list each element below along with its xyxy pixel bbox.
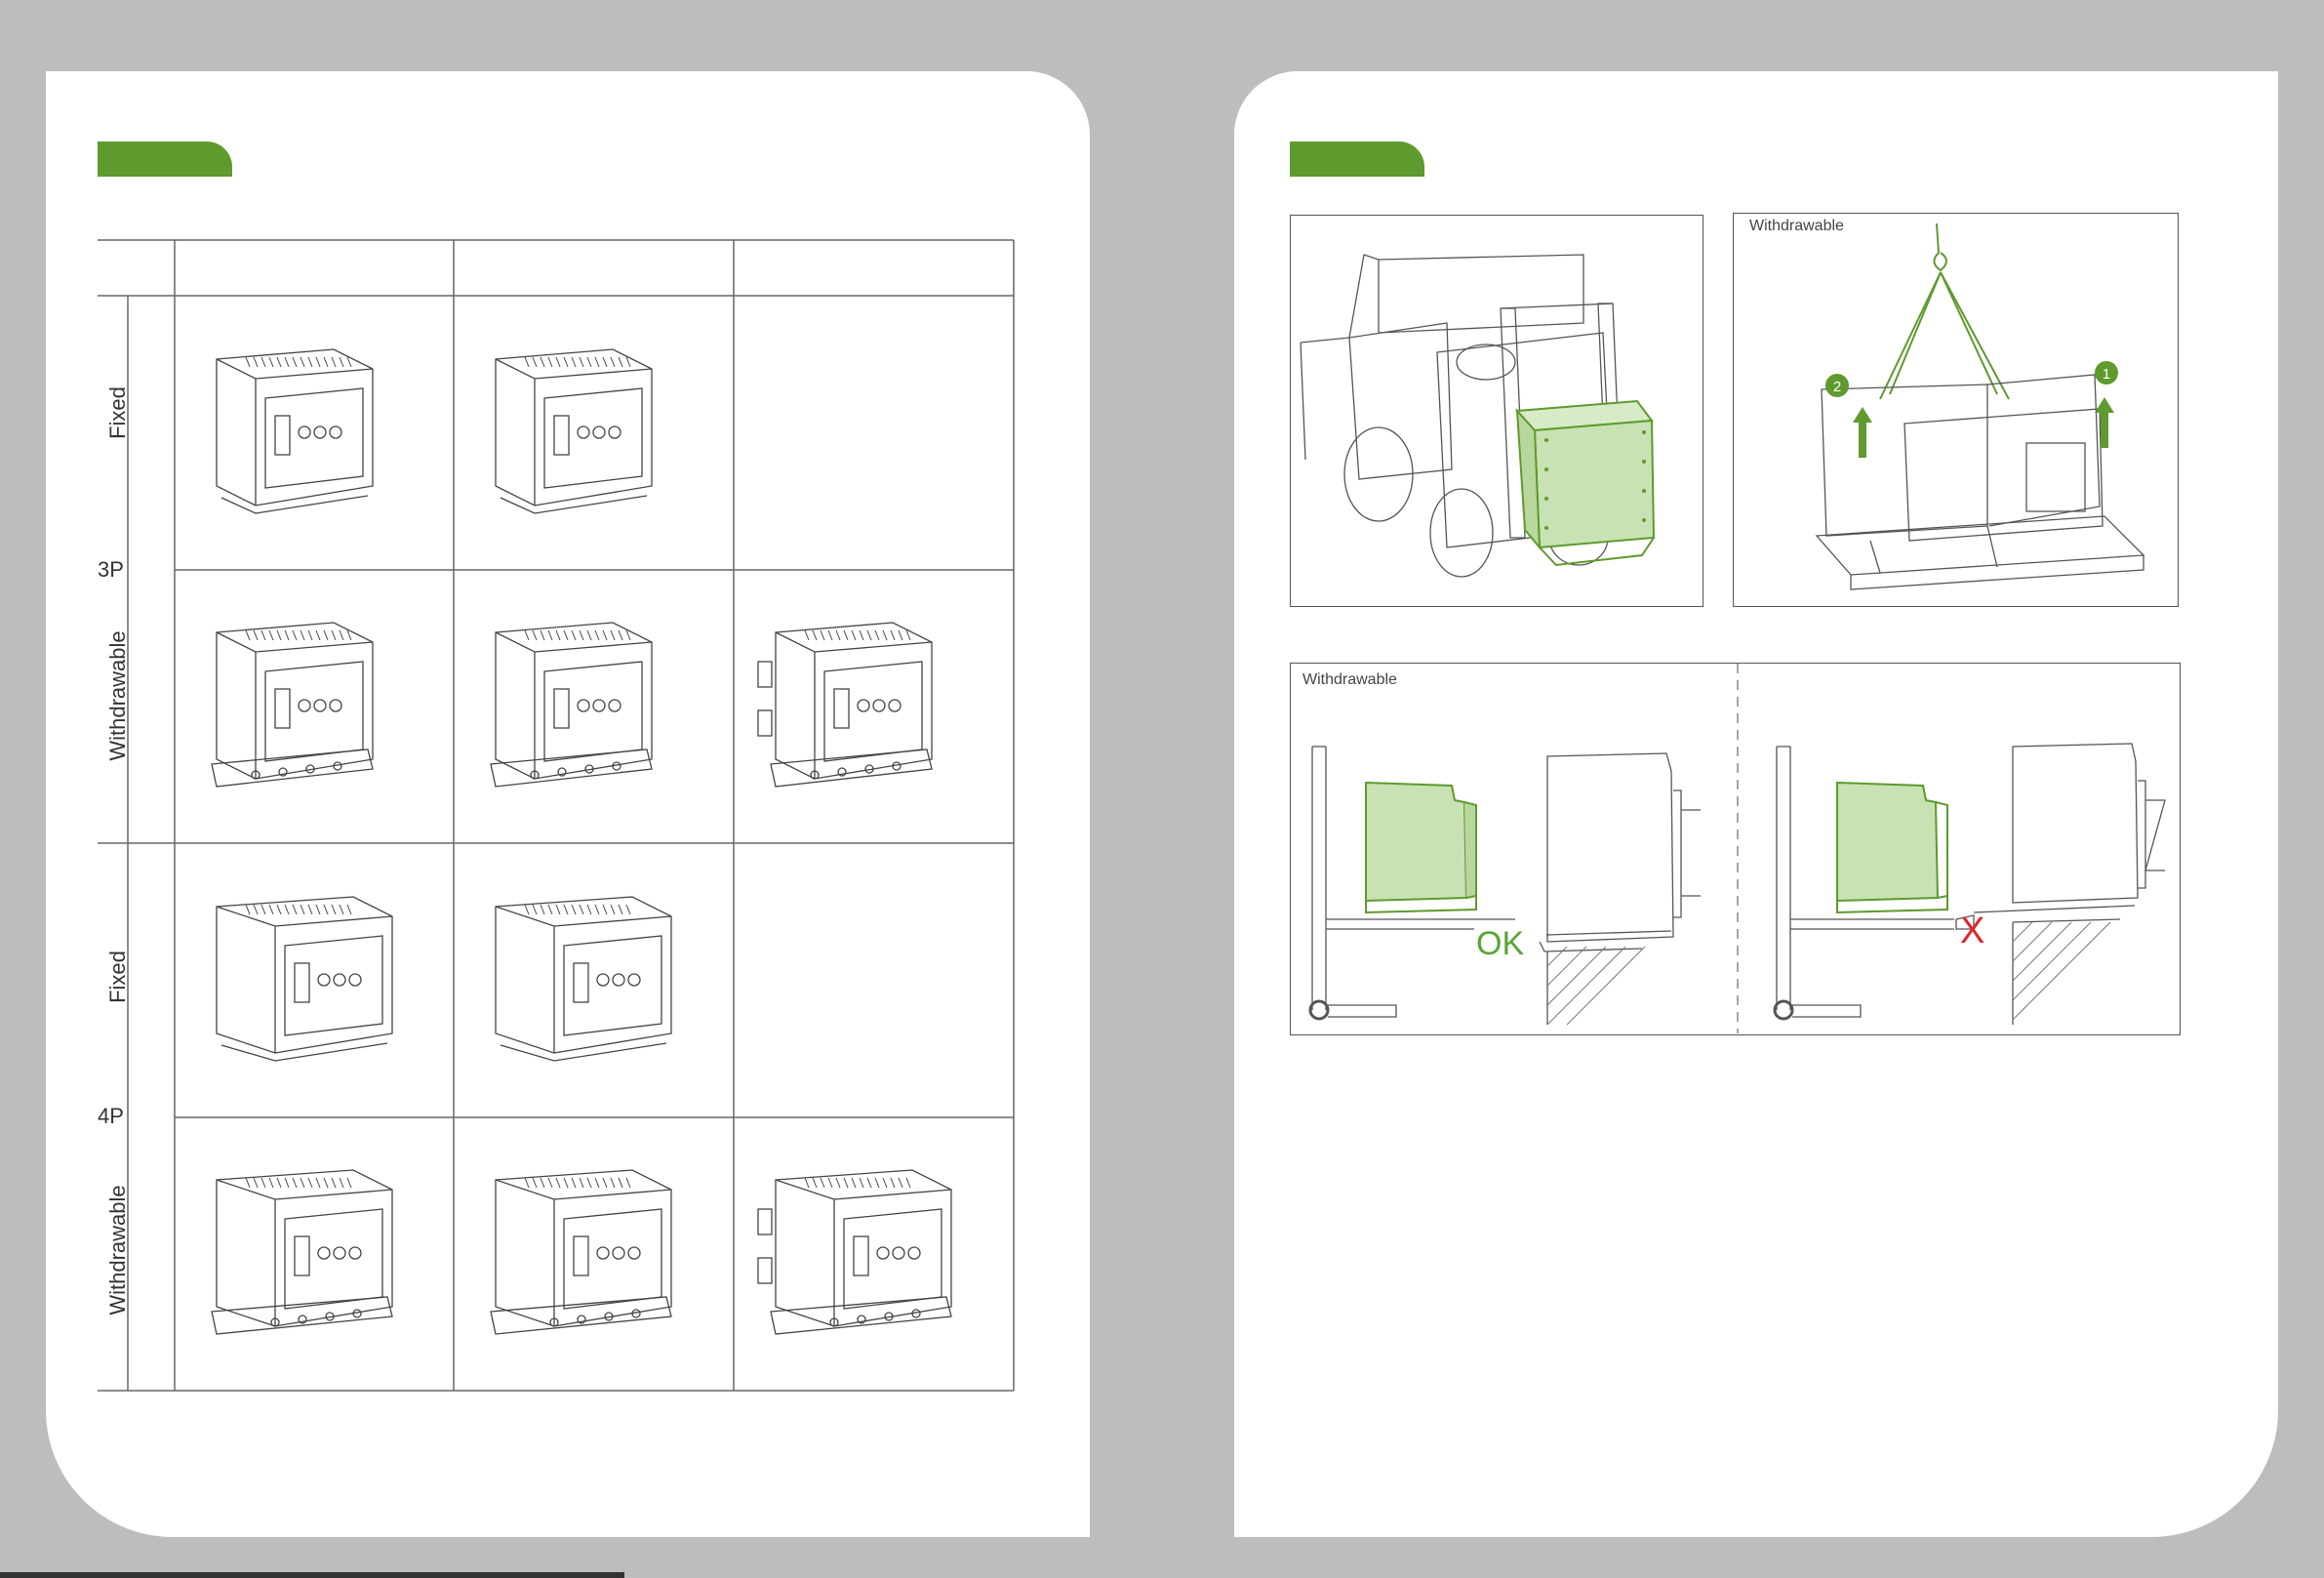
breaker-illustration <box>187 1151 421 1355</box>
breaker-illustration <box>187 603 421 808</box>
forklift-illustration <box>1300 254 1656 578</box>
breaker-illustration <box>187 877 421 1082</box>
breaker-illustration <box>466 877 701 1082</box>
lifting-illustration: 1 2 <box>1815 223 2145 590</box>
step-2-badge: 2 <box>1833 379 1841 395</box>
breaker-illustration <box>746 603 981 808</box>
breaker-illustration <box>466 603 701 808</box>
group-label-4p: 4P <box>98 1104 124 1128</box>
green-crate <box>1514 399 1656 567</box>
breaker-illustration <box>187 330 421 535</box>
lift-arrows <box>1853 397 2114 458</box>
green-breaker-right <box>1836 781 1948 914</box>
step-1-badge: 1 <box>2103 366 2110 383</box>
step-badges: 1 2 <box>1825 361 2118 397</box>
lifting-figure: Withdrawable 1 2 <box>1733 213 2179 607</box>
section-tab <box>1290 142 1424 177</box>
green-breaker-left <box>1365 781 1477 914</box>
left-page: 3P 4P Fixed Withdrawable Fixed Withdrawa… <box>46 71 1090 1537</box>
lifting-figure-label: Withdrawable <box>1749 218 1844 234</box>
insertion-illustration: OK X <box>1308 664 2166 1033</box>
breaker-illustration <box>746 1151 981 1355</box>
insertion-figure: Withdrawable OK X <box>1290 663 2181 1035</box>
breaker-illustration <box>466 1151 701 1355</box>
forklift-figure <box>1290 215 1703 607</box>
breaker-illustration <box>466 330 701 535</box>
bottom-edge-bar <box>0 1572 624 1578</box>
wrong-mark: X <box>1960 910 1984 951</box>
insertion-figure-label: Withdrawable <box>1302 671 1397 688</box>
empty-cell <box>746 877 981 1082</box>
ok-label: OK <box>1476 925 1524 962</box>
group-label-3p: 3P <box>98 557 124 582</box>
empty-cell <box>746 330 981 535</box>
right-page: Withdrawable 1 2 Withdrawable OK X <box>1234 71 2278 1537</box>
